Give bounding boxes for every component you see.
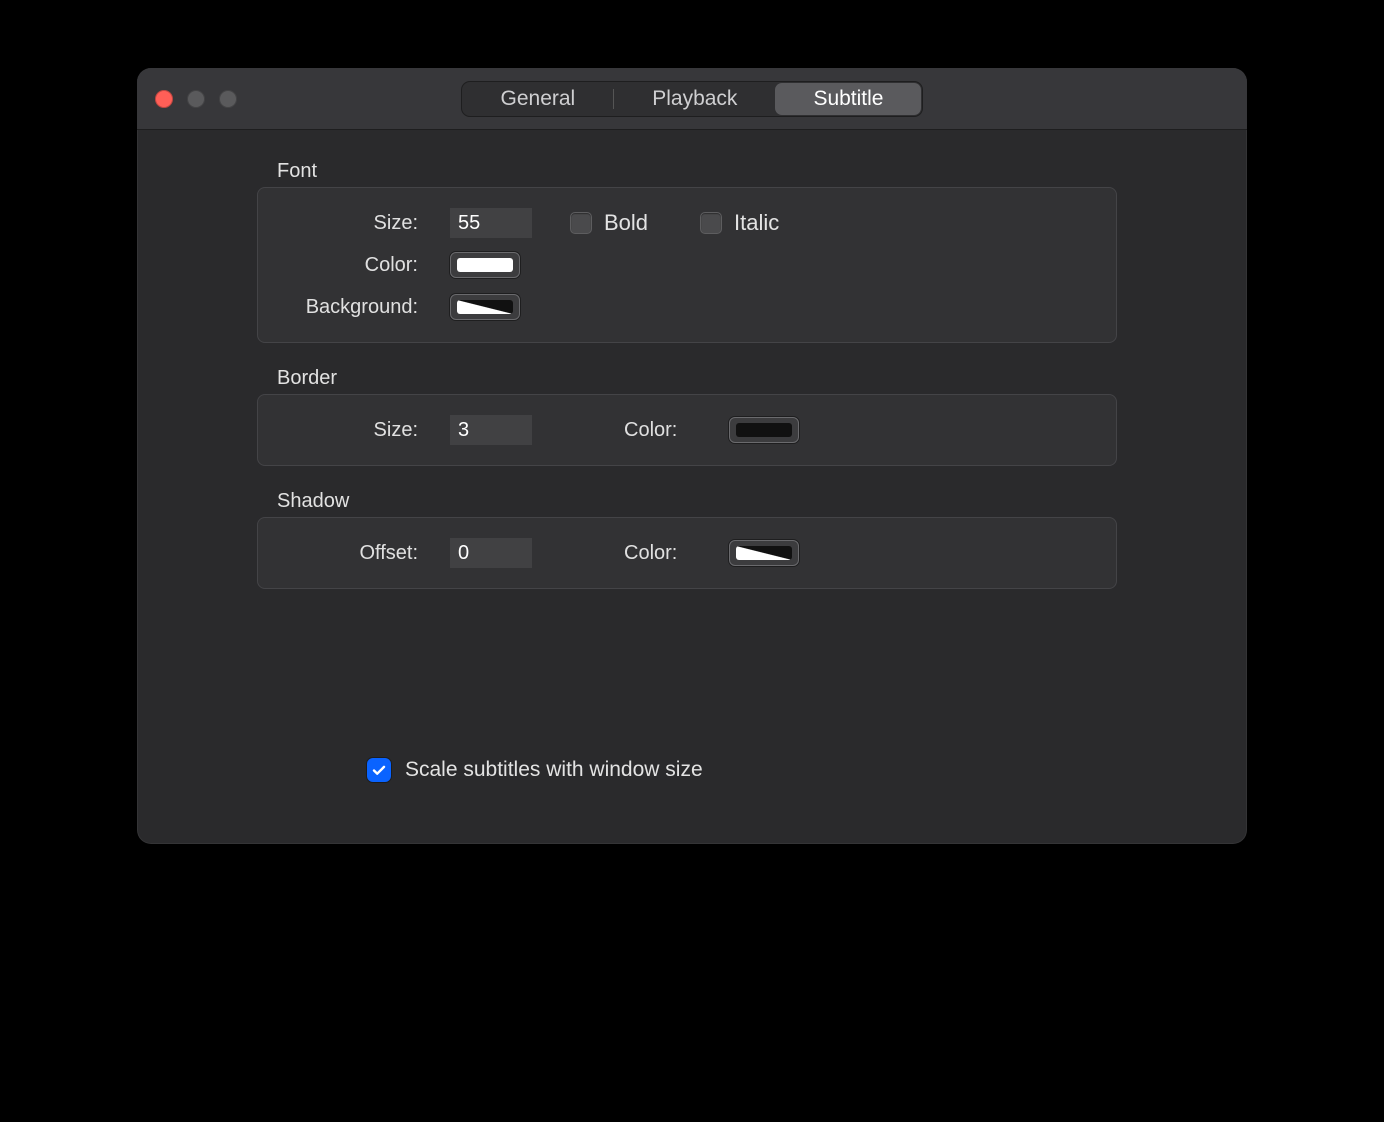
scale-subtitles-checkbox[interactable]: [367, 758, 391, 782]
font-bold-label: Bold: [604, 210, 648, 236]
font-bold-checkbox[interactable]: [570, 212, 592, 234]
font-background-label: Background:: [278, 296, 418, 319]
zoom-window-button[interactable]: [219, 90, 237, 108]
scale-subtitles-label: Scale subtitles with window size: [405, 758, 703, 782]
shadow-section: Shadow Offset: Color:: [257, 490, 1117, 589]
shadow-color-well[interactable]: [729, 540, 799, 566]
shadow-color-label: Color:: [624, 542, 677, 565]
font-italic-label: Italic: [734, 210, 779, 236]
font-size-label: Size:: [278, 212, 418, 235]
shadow-offset-label: Offset:: [278, 542, 418, 565]
check-icon: [371, 762, 387, 778]
tab-subtitle[interactable]: Subtitle: [775, 83, 921, 115]
color-swatch-icon: [736, 423, 792, 437]
color-swatch-icon: [457, 258, 513, 272]
border-size-input[interactable]: [450, 415, 532, 445]
font-section-title: Font: [277, 160, 1117, 183]
shadow-offset-input[interactable]: [450, 538, 532, 568]
font-italic-checkbox[interactable]: [700, 212, 722, 234]
border-color-label: Color:: [624, 419, 677, 442]
content-area: Font Size: Bold Italic Color:: [137, 130, 1247, 643]
color-swatch-icon: [457, 300, 513, 314]
font-size-input[interactable]: [450, 208, 532, 238]
border-section: Border Size: Color:: [257, 367, 1117, 466]
close-window-button[interactable]: [155, 90, 173, 108]
preferences-window: General Playback Subtitle Font Size: Bol…: [137, 68, 1247, 844]
shadow-section-title: Shadow: [277, 490, 1117, 513]
tab-playback[interactable]: Playback: [614, 83, 775, 115]
scale-subtitles-row: Scale subtitles with window size: [367, 758, 703, 782]
font-background-color-well[interactable]: [450, 294, 520, 320]
color-swatch-icon: [736, 546, 792, 560]
border-size-label: Size:: [278, 419, 418, 442]
font-color-label: Color:: [278, 254, 418, 277]
window-controls: [155, 90, 335, 108]
minimize-window-button[interactable]: [187, 90, 205, 108]
titlebar: General Playback Subtitle: [137, 68, 1247, 130]
border-section-title: Border: [277, 367, 1117, 390]
border-color-well[interactable]: [729, 417, 799, 443]
font-section: Font Size: Bold Italic Color:: [257, 160, 1117, 343]
tab-general[interactable]: General: [463, 83, 614, 115]
font-color-well[interactable]: [450, 252, 520, 278]
tab-bar: General Playback Subtitle: [461, 81, 924, 117]
